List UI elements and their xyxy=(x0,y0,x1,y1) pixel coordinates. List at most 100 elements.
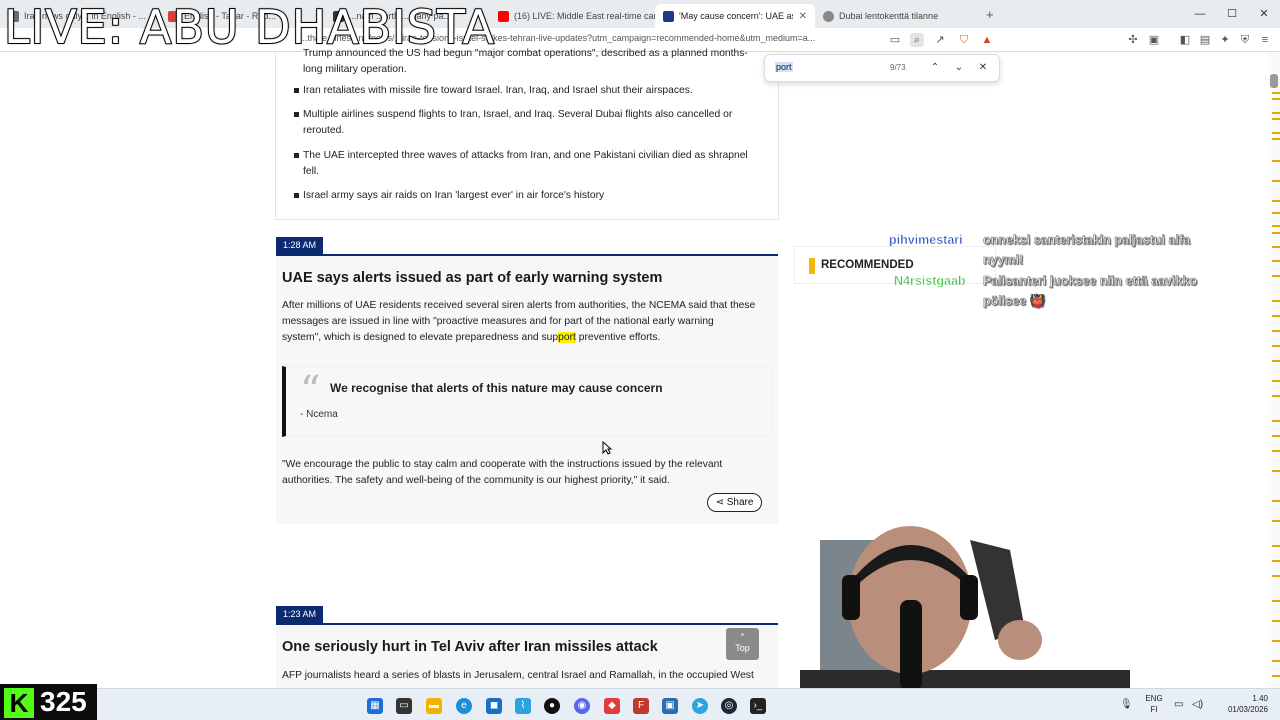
quote-text: We recognise that alerts of this nature … xyxy=(330,381,663,395)
kick-logo-icon: K xyxy=(4,688,34,718)
globe-icon xyxy=(823,10,834,22)
app-icon[interactable]: ⌇ xyxy=(515,698,531,714)
minimize-icon[interactable]: — xyxy=(1184,0,1216,28)
find-icon[interactable]: ⌕ xyxy=(910,33,924,47)
quote-source: - Ncema xyxy=(300,409,338,420)
paragraph-line: system", which is designed to elevate pr… xyxy=(282,330,772,346)
chat-message: Palisanteri juoksee niin että aavikko xyxy=(983,274,1197,289)
find-marker xyxy=(1272,395,1280,397)
filezilla-icon[interactable]: F xyxy=(633,698,649,714)
wallet-icon[interactable]: ▣ xyxy=(1147,33,1161,47)
find-marker xyxy=(1272,118,1280,120)
terminal-icon[interactable]: ›_ xyxy=(750,698,766,714)
share-button[interactable]: ⋖ Share xyxy=(707,493,762,512)
find-marker xyxy=(1272,212,1280,214)
find-marker xyxy=(1272,600,1280,602)
find-marker xyxy=(1272,225,1280,227)
find-marker xyxy=(1272,360,1280,362)
menu-icon[interactable]: ≡ xyxy=(1258,33,1272,47)
volume-icon[interactable]: ◁) xyxy=(1192,699,1203,710)
close-icon[interactable]: ✕ xyxy=(975,60,991,76)
chat-message: nyymi! xyxy=(983,253,1024,268)
back-to-top-button[interactable]: ⌃ Top xyxy=(726,628,759,660)
clock-date[interactable]: 01/03/2026 xyxy=(1210,705,1268,714)
share-icon[interactable]: ↗ xyxy=(933,33,947,47)
post-paragraph: AFP journalists heard a series of blasts… xyxy=(282,668,772,684)
recommended-heading: RECOMMENDED xyxy=(821,259,914,271)
steam-icon[interactable]: ◎ xyxy=(721,698,737,714)
obs-icon[interactable]: ● xyxy=(544,698,560,714)
text-span: preventive efforts. xyxy=(575,332,661,343)
wallet2-icon[interactable]: ▤ xyxy=(1198,33,1212,47)
summary-card: Trump announced the US had begun "major … xyxy=(275,48,779,220)
find-input[interactable]: port xyxy=(775,62,793,72)
find-marker xyxy=(1272,315,1280,317)
brave-shield-icon[interactable]: ⛉ xyxy=(957,33,971,47)
youtube-icon xyxy=(498,10,509,22)
monitor-icon[interactable]: ▣ xyxy=(662,698,678,714)
scroll-thumb[interactable] xyxy=(1270,74,1278,88)
store-icon[interactable]: ◼ xyxy=(486,698,502,714)
reader-icon[interactable]: ▭ xyxy=(888,33,902,47)
lang-bottom[interactable]: FI xyxy=(1144,705,1164,714)
paragraph-line: After millions of UAE residents received… xyxy=(282,300,756,311)
find-marker xyxy=(1272,92,1280,94)
start-icon[interactable]: ▦ xyxy=(367,698,383,714)
anydesk-icon[interactable]: ◆ xyxy=(604,698,620,714)
find-marker xyxy=(1272,112,1280,114)
lang-top[interactable]: ENG xyxy=(1144,694,1164,703)
clock-time[interactable]: 1.40 xyxy=(1210,694,1268,703)
network-icon[interactable]: ▭ xyxy=(1174,699,1183,710)
text-span: system", which is designed to elevate pr… xyxy=(282,332,559,343)
find-marker xyxy=(1272,560,1280,562)
find-marker xyxy=(1272,260,1280,262)
close-tab-icon[interactable]: ✕ xyxy=(799,11,807,22)
chevron-down-icon[interactable]: ⌄ xyxy=(951,60,967,76)
tab-4[interactable]: (16) LIVE: Middle East real-time came... xyxy=(490,4,655,28)
post-headline: UAE says alerts issued as part of early … xyxy=(282,270,663,286)
post-timestamp: 1:28 AM xyxy=(276,237,324,254)
find-marker xyxy=(1272,660,1280,662)
maximize-icon[interactable]: ☐ xyxy=(1216,0,1248,28)
leo-icon[interactable]: ✦ xyxy=(1218,33,1232,47)
edge-icon[interactable]: e xyxy=(456,698,472,714)
find-marker xyxy=(1272,200,1280,202)
find-marker xyxy=(1272,380,1280,382)
extensions-icon[interactable]: ✣ xyxy=(1126,33,1140,47)
find-marker xyxy=(1272,450,1280,452)
close-window-icon[interactable]: ✕ xyxy=(1248,0,1280,28)
find-marker xyxy=(1272,300,1280,302)
text-span: messages are issued in line with "proact… xyxy=(282,316,565,327)
accent-bar xyxy=(809,258,815,274)
find-bar: port 9/73 ⌃ ⌄ ✕ xyxy=(764,54,1000,82)
chevron-up-icon[interactable]: ⌃ xyxy=(927,60,943,76)
paragraph-line: messages are issued in line with "proact… xyxy=(282,314,772,330)
chevron-up-icon: ⌃ xyxy=(738,632,747,642)
microphone xyxy=(900,600,922,690)
sidebar-icon[interactable]: ◧ xyxy=(1178,33,1192,47)
tab-6[interactable]: Dubai lentokenttä tilanne xyxy=(815,4,980,28)
list-item: Multiple airlines suspend flights to Ira… xyxy=(294,107,763,139)
telegram-icon[interactable]: ➤ xyxy=(692,698,708,714)
tab-favicon-icon xyxy=(663,10,674,22)
mic-icon[interactable]: 🎙 xyxy=(1120,699,1133,710)
find-marker xyxy=(1272,138,1280,140)
scrollbar[interactable] xyxy=(1268,52,1280,688)
folder-icon[interactable]: ▬ xyxy=(426,698,442,714)
rewards-icon[interactable]: ▲ xyxy=(980,33,994,47)
window-controls: — ☐ ✕ xyxy=(1184,0,1280,28)
find-marker xyxy=(1272,345,1280,347)
find-marker xyxy=(1272,575,1280,577)
find-marker xyxy=(1272,330,1280,332)
text-span: part of the national early warning xyxy=(564,316,714,327)
chat-username: pihvimestari xyxy=(889,233,963,247)
new-tab-icon[interactable]: + xyxy=(986,7,994,22)
discord-icon[interactable]: ◉ xyxy=(574,698,590,714)
tab-active[interactable]: 'May cause concern': UAE asks p... ✕ xyxy=(655,4,815,28)
tab-label: (16) LIVE: Middle East real-time came... xyxy=(514,11,655,21)
taskview-icon[interactable]: ▭ xyxy=(396,698,412,714)
text-span: Israel and Ramallah, in the occupied Wes… xyxy=(558,670,754,681)
find-marker xyxy=(1272,545,1280,547)
quote-mark-icon: “ xyxy=(300,368,321,414)
vpn-icon[interactable]: ⛨ xyxy=(1238,33,1252,47)
